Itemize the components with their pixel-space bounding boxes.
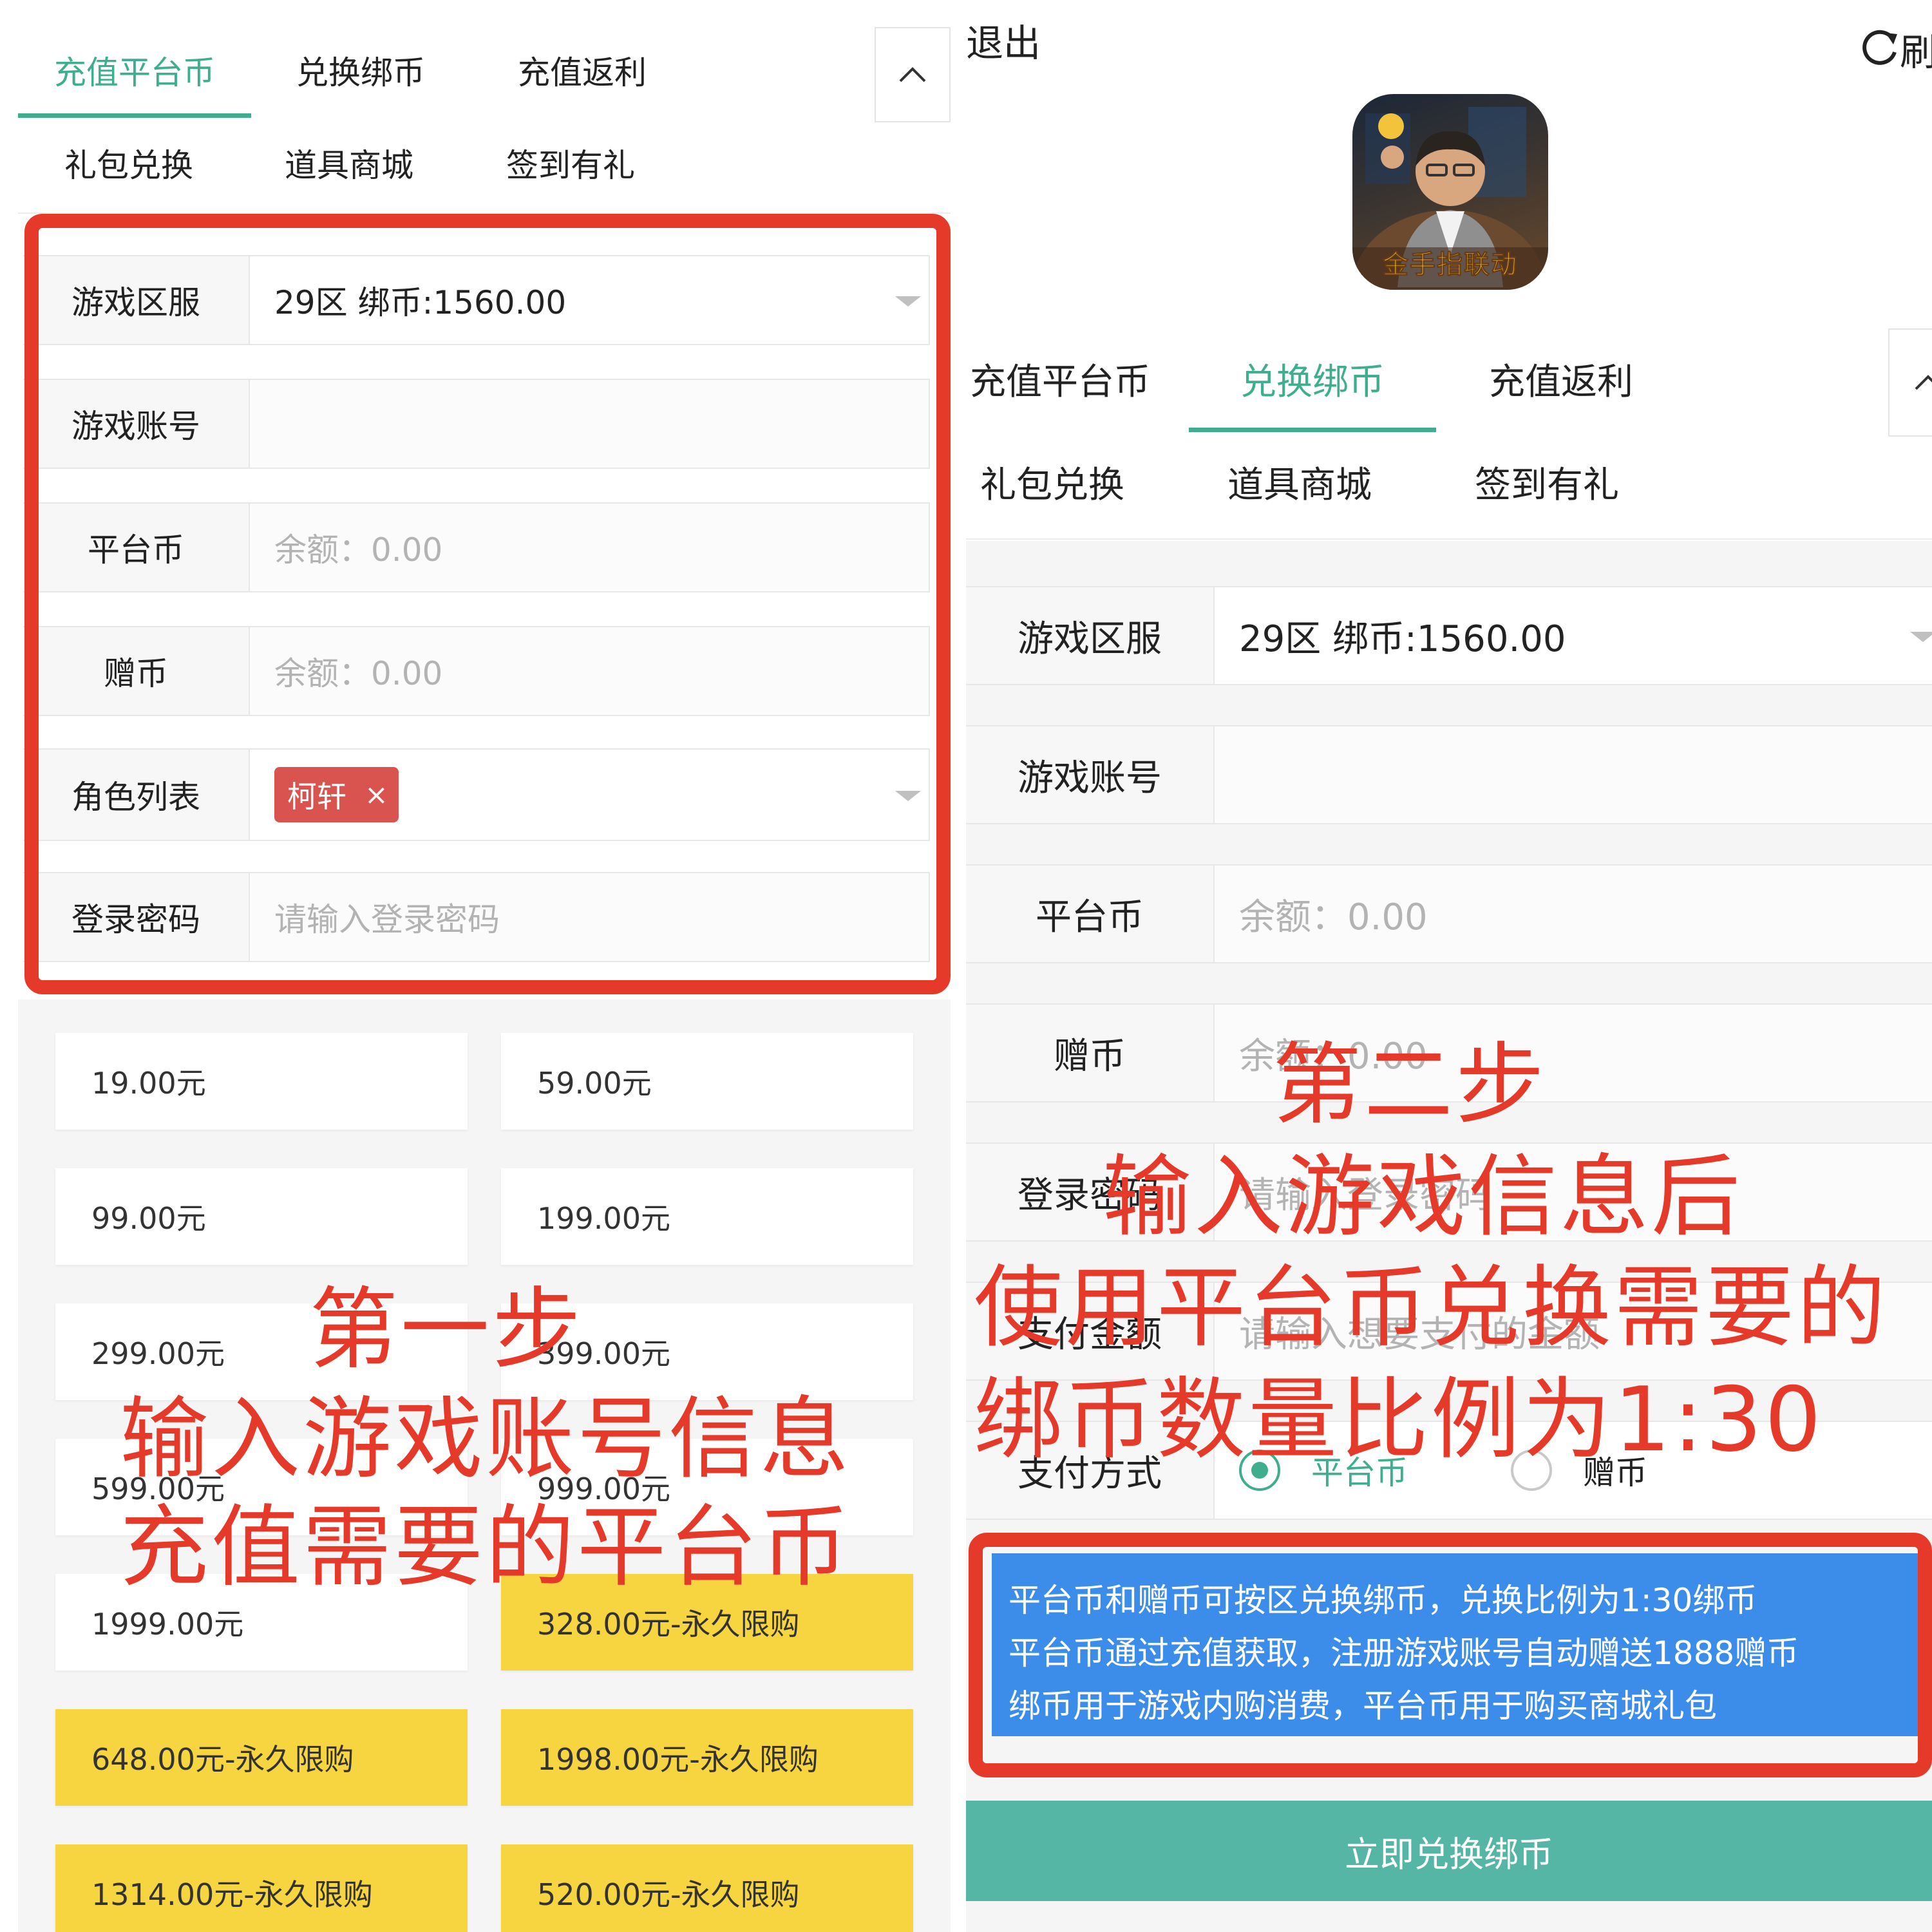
tab-item-shop[interactable]: 道具商城: [1227, 468, 1372, 504]
tab-recharge-rebate[interactable]: 充值返利: [518, 57, 647, 89]
right-screenshot-panel: 退出 刷 金手指联动 充值平台币 兑换绑币 充值返利 礼包兑换 道具商城 签到有…: [966, 0, 1932, 1932]
exchange-submit-button[interactable]: 立即兑换绑币: [966, 1801, 1932, 1901]
tab-divider: [966, 538, 1932, 540]
step-one-title: 第一步: [309, 1278, 584, 1381]
tab-gift-redeem[interactable]: 礼包兑换: [64, 149, 193, 182]
dropdown-caret-icon: [1910, 632, 1932, 642]
tab-recharge-rebate[interactable]: 充值返利: [1489, 365, 1633, 401]
tab-exchange-bound-coin[interactable]: 兑换绑币: [1240, 365, 1385, 401]
platform-coin-row: 平台币 余额：0.00: [966, 864, 1932, 963]
step-two-line: 输入游戏信息后: [1103, 1145, 1743, 1249]
tab-exchange-bound-coin[interactable]: 兑换绑币: [296, 57, 425, 89]
tab-recharge-platform-coin[interactable]: 充值平台币: [54, 57, 215, 89]
account-input[interactable]: [1213, 725, 1932, 824]
gift-coin-label: 赠币: [966, 1003, 1213, 1103]
limited-package-tile[interactable]: 648.00元-永久限购: [55, 1709, 468, 1806]
account-label: 游戏账号: [966, 725, 1213, 824]
tab-check-in[interactable]: 签到有礼: [506, 149, 635, 182]
app-icon-caption: 金手指联动: [1383, 250, 1518, 280]
step-one-line: 充值需要的平台币: [120, 1495, 852, 1599]
game-app-icon[interactable]: 金手指联动: [1352, 94, 1548, 290]
account-row: 游戏账号: [966, 725, 1932, 824]
package-tile[interactable]: 19.00元: [55, 1033, 468, 1130]
limited-package-tile[interactable]: 1314.00元-永久限购: [55, 1844, 468, 1932]
server-label: 游戏区服: [966, 586, 1213, 685]
active-tab-underline: [18, 113, 251, 118]
platform-coin-balance: 余额：0.00: [1213, 864, 1932, 963]
limited-package-tile[interactable]: 1998.00元-永久限购: [501, 1709, 913, 1806]
server-select[interactable]: 29区 绑币:1560.00: [1213, 586, 1932, 685]
limited-package-tile[interactable]: 520.00元-永久限购: [501, 1844, 913, 1932]
refresh-icon: [1862, 30, 1897, 65]
tab-gift-redeem[interactable]: 礼包兑换: [980, 468, 1124, 504]
server-value: 29区 绑币:1560.00: [1239, 618, 1566, 660]
package-tile[interactable]: 99.00元: [55, 1168, 468, 1265]
exit-button[interactable]: 退出: [966, 24, 1041, 62]
highlight-frame: [24, 214, 951, 994]
refresh-label: 刷: [1900, 30, 1932, 74]
package-tile[interactable]: 199.00元: [501, 1168, 913, 1265]
tab-recharge-platform-coin[interactable]: 充值平台币: [970, 365, 1150, 401]
package-tile[interactable]: 59.00元: [501, 1033, 913, 1130]
refresh-button[interactable]: 刷: [1860, 22, 1932, 76]
highlight-frame: [969, 1533, 1932, 1777]
step-two-title: 第二步: [1273, 1033, 1548, 1137]
step-one-line: 输入游戏账号信息: [120, 1387, 852, 1491]
server-row: 游戏区服 29区 绑币:1560.00: [966, 586, 1932, 685]
active-tab-underline: [1189, 428, 1436, 432]
left-screenshot-panel: 充值平台币 兑换绑币 充值返利 礼包兑换 道具商城 签到有礼 游戏区服 29区 …: [0, 0, 951, 1932]
chevron-up-icon[interactable]: [1888, 328, 1932, 437]
step-two-line: 绑币数量比例为1:30: [974, 1368, 1824, 1472]
step-two-line: 使用平台币兑换需要的: [974, 1256, 1889, 1359]
tab-item-shop[interactable]: 道具商城: [285, 149, 413, 182]
chevron-up-icon[interactable]: [875, 27, 951, 122]
tab-check-in[interactable]: 签到有礼: [1475, 468, 1619, 504]
platform-coin-label: 平台币: [966, 864, 1213, 963]
